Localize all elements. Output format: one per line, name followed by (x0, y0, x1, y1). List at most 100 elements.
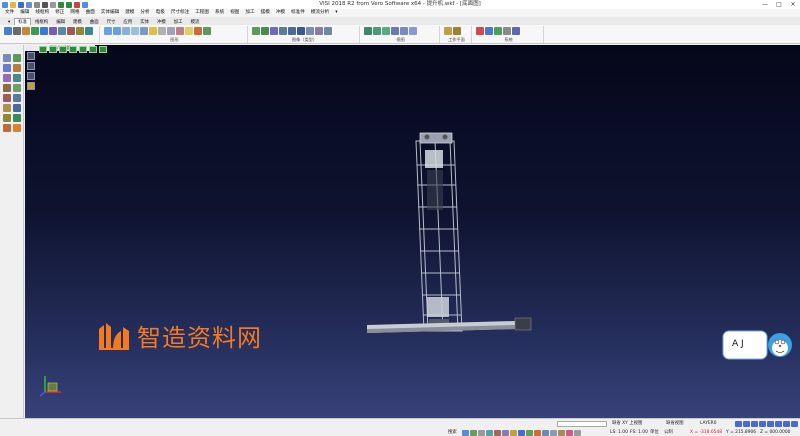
arc-icon[interactable] (3, 64, 11, 72)
hoist-model[interactable] (365, 125, 535, 340)
quick-view-3-icon[interactable] (59, 46, 67, 53)
quick-view-2-icon[interactable] (49, 46, 57, 53)
fillet-icon[interactable] (3, 104, 11, 112)
tab-modeling[interactable]: 建模 (69, 18, 86, 25)
line-icon[interactable] (13, 54, 21, 62)
status-toggle-5-icon[interactable] (767, 420, 774, 427)
menu-mold[interactable]: 摆模 (258, 9, 273, 17)
menu-solid-edit[interactable]: 实体编辑 (98, 9, 122, 17)
image-camera-icon[interactable] (315, 27, 323, 35)
hidden-line-icon[interactable] (167, 27, 175, 35)
polar-icon[interactable] (486, 429, 493, 436)
hide-icon[interactable] (76, 27, 84, 35)
tab-flow[interactable]: 模流 (187, 18, 204, 25)
light-icon[interactable] (185, 27, 193, 35)
display-icon[interactable] (518, 429, 525, 436)
view-iso-icon[interactable] (391, 27, 399, 35)
tab-application[interactable]: 应用 (119, 18, 136, 25)
units-icon[interactable] (494, 27, 502, 35)
tab-wireframe[interactable]: 线框构 (31, 18, 52, 25)
tab-surface[interactable]: 曲面 (86, 18, 103, 25)
view-yz-icon[interactable] (382, 27, 390, 35)
units-system[interactable]: 公制 (664, 428, 673, 436)
menu-more[interactable]: ▾ (332, 9, 340, 17)
zoom-icon[interactable] (104, 27, 112, 35)
status-toggle-3-icon[interactable] (751, 420, 758, 427)
menu-flow-analysis[interactable]: 模流分析 (308, 9, 332, 17)
image-user-icon[interactable] (306, 27, 314, 35)
circle-icon[interactable] (13, 64, 21, 72)
view-label[interactable]: 缺省视图 (666, 419, 684, 428)
selection-icon[interactable] (526, 429, 533, 436)
color-status-icon[interactable] (566, 429, 573, 436)
view-next-icon[interactable] (409, 27, 417, 35)
menu-wireframe[interactable]: 线框构 (32, 9, 52, 17)
view-color-icon[interactable] (27, 82, 35, 90)
status-toggle-7-icon[interactable] (783, 420, 790, 427)
copy-entity-icon[interactable] (13, 27, 21, 35)
layer-status-icon[interactable] (558, 429, 565, 436)
menu-system[interactable]: 系统 (212, 9, 227, 17)
scale-icon[interactable] (58, 27, 66, 35)
image-top-icon[interactable] (261, 27, 269, 35)
status-input-box[interactable] (557, 420, 607, 427)
menu-progressive-die[interactable]: 冲模 (273, 9, 288, 17)
options-icon[interactable] (485, 27, 493, 35)
select-icon[interactable] (4, 27, 12, 35)
menu-analysis[interactable]: 分析 (137, 9, 152, 17)
dimension-icon[interactable] (13, 114, 21, 122)
paste-icon[interactable] (22, 27, 30, 35)
filter-status-icon[interactable] (534, 429, 541, 436)
color-icon[interactable] (194, 27, 202, 35)
menu-drawing[interactable]: 工程图 (192, 9, 212, 17)
spline-icon[interactable] (3, 74, 11, 82)
rotate-icon[interactable] (40, 27, 48, 35)
image-front-icon[interactable] (252, 27, 260, 35)
fit-icon[interactable] (131, 27, 139, 35)
menu-edit[interactable]: 编辑 (17, 9, 32, 17)
track-icon[interactable] (494, 429, 501, 436)
tab-dimension[interactable]: 尺寸 (103, 18, 120, 25)
trim-icon[interactable] (3, 94, 11, 102)
minimize-button[interactable]: — (758, 0, 772, 9)
mirror-icon[interactable] (49, 27, 57, 35)
menu-file[interactable]: 文件 (2, 9, 17, 17)
maximize-button[interactable]: □ (772, 0, 786, 9)
view-status-icon[interactable] (550, 429, 557, 436)
assistant-mascot[interactable]: A J (722, 327, 797, 363)
offset-icon[interactable] (13, 84, 21, 92)
image-side-icon[interactable] (279, 27, 287, 35)
dynamic-icon[interactable] (502, 429, 509, 436)
close-button[interactable]: ✕ (786, 0, 800, 9)
menu-mesh[interactable]: 网格 (67, 9, 82, 17)
status-toggle-2-icon[interactable] (743, 420, 750, 427)
chamfer-icon[interactable] (13, 104, 21, 112)
quick-view-1-icon[interactable] (39, 46, 47, 53)
view-layer-icon[interactable] (27, 72, 35, 80)
menu-electrode[interactable]: 电极 (153, 9, 168, 17)
snap-icon[interactable] (462, 429, 469, 436)
zoom-status-icon[interactable] (542, 429, 549, 436)
tab-collapse[interactable]: ▾ (4, 18, 14, 25)
measure-icon[interactable] (3, 124, 11, 132)
menu-machining[interactable]: 加工 (242, 9, 257, 17)
quick-view-6-icon[interactable] (89, 46, 97, 53)
quick-view-4-icon[interactable] (69, 46, 77, 53)
polygon-icon[interactable] (3, 84, 11, 92)
tab-die[interactable]: 冲模 (153, 18, 170, 25)
settings-status-icon[interactable] (574, 429, 581, 436)
layer-icon[interactable] (203, 27, 211, 35)
image-back-icon[interactable] (288, 27, 296, 35)
menu-modeling[interactable]: 建模 (122, 9, 137, 17)
quick-view-5-icon[interactable] (79, 46, 87, 53)
rectangle-icon[interactable] (13, 74, 21, 82)
tab-standard[interactable]: 标准 (14, 18, 32, 25)
tab-machining[interactable]: 加工 (170, 18, 187, 25)
pan-icon[interactable] (122, 27, 130, 35)
image-iso-icon[interactable] (270, 27, 278, 35)
info-icon[interactable] (512, 27, 520, 35)
move-icon[interactable] (31, 27, 39, 35)
view-prev-icon[interactable] (400, 27, 408, 35)
shaded-icon[interactable] (149, 27, 157, 35)
view-filter-icon[interactable] (27, 62, 35, 70)
